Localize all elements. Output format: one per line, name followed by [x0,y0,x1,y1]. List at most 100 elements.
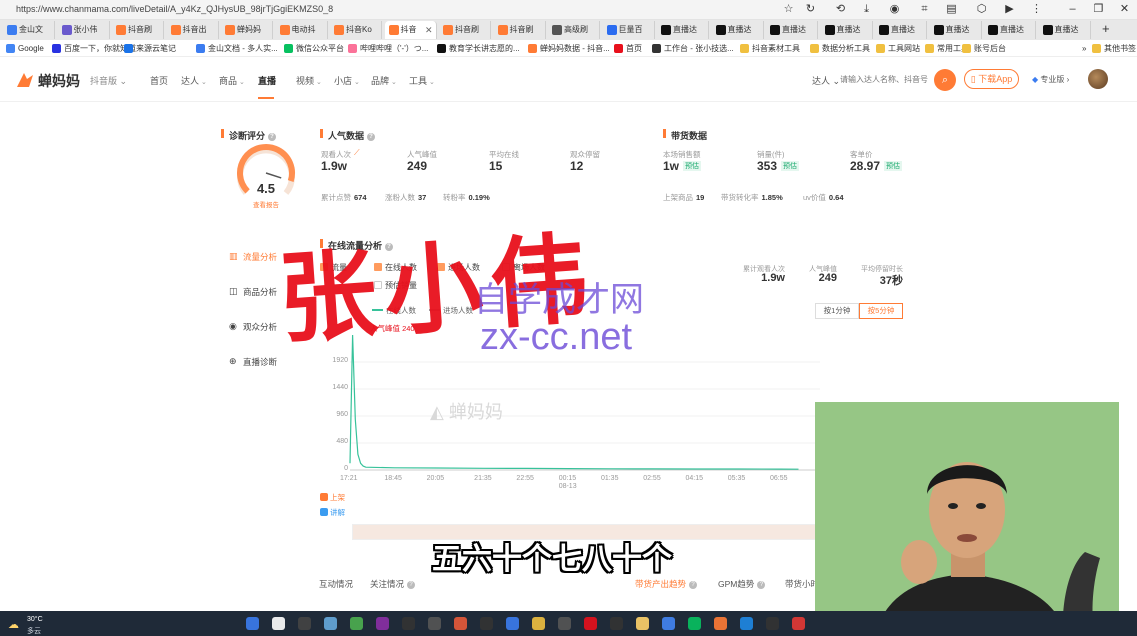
app-icon[interactable] [428,617,441,630]
browser-tab[interactable]: 电动抖 [276,21,328,39]
bookmark-item[interactable]: 蝉妈妈数据 - 抖音... [528,42,610,55]
bookmark-item[interactable]: 数据分析工具 [810,42,870,55]
browser-tab[interactable]: 巨量百 [603,21,655,39]
tab-close-icon[interactable]: ✕ [425,21,433,39]
bookmark-item[interactable]: 教育学长讲志愿的... [437,42,520,55]
bookmark-item[interactable]: 首页 [614,42,642,55]
browser-tab[interactable]: 金山文 [3,21,55,39]
edge-icon[interactable] [740,617,753,630]
browser-tab[interactable]: 抖音刷 [112,21,164,39]
capcut-icon[interactable] [766,617,779,630]
help-icon[interactable]: ? [689,581,698,589]
task-view-icon[interactable] [298,617,311,630]
app-icon[interactable] [350,617,363,630]
browser-tab[interactable]: 抖音刷 [439,21,491,39]
app-icon[interactable] [714,617,727,630]
search-input[interactable] [840,69,932,89]
browser-tab[interactable]: 蝉妈妈 [221,21,273,39]
browser-tab[interactable]: 直播达 [875,21,927,39]
interval-button[interactable]: 按1分钟 [815,303,859,319]
record-icon[interactable] [792,617,805,630]
folder-icon[interactable]: ▤ [945,3,958,16]
download-icon[interactable]: ⤓ [860,3,873,16]
help-icon[interactable]: ? [367,133,376,141]
crop-icon[interactable]: ⌗ [918,3,931,16]
browser-tab[interactable]: 直播达 [712,21,764,39]
search-scope-select[interactable]: 达人 ⌄ [812,74,840,87]
bookmark-item[interactable]: 工作台 - 张小技选... [652,42,734,55]
bottom-tab[interactable]: 关注情况? [370,578,416,590]
chanmama-logo-icon[interactable] [15,71,35,89]
nav-item[interactable]: 首页 [150,74,168,87]
browser-tab[interactable]: 高级刷 [548,21,600,39]
vip-badge[interactable]: ◆ 专业版 › [1032,74,1069,85]
browser-tab[interactable]: 直播达 [1039,21,1091,39]
help-icon[interactable]: ? [407,581,416,589]
app-icon[interactable] [506,617,519,630]
browser-tab[interactable]: 直播达 [930,21,982,39]
product-row-label[interactable]: 上架 [320,492,345,503]
help-icon[interactable]: ? [757,581,766,589]
play-icon[interactable]: ▶ [1003,3,1016,16]
browser-tab[interactable]: 抖音 ✕ [384,21,437,39]
app-icon[interactable] [636,617,649,630]
bottom-tab[interactable]: GPM趋势? [718,578,766,590]
trend-icon[interactable]: ⟋ [354,148,360,158]
refresh-icon[interactable]: ↻ [804,3,817,16]
nav-item[interactable]: 品牌 ⌄ [371,74,397,87]
interval-button[interactable]: 按5分钟 [859,303,903,319]
extension-icon[interactable]: ◉ [888,3,901,16]
minimize-icon[interactable]: – [1066,3,1079,16]
side-menu-item[interactable]: ◉ 观众分析 [229,321,277,333]
app-icon[interactable] [584,617,597,630]
maximize-icon[interactable]: ❐ [1092,3,1105,16]
nav-item[interactable]: 小店 ⌄ [334,74,360,87]
side-menu-item[interactable]: ⊕ 直播诊断 [229,356,277,368]
nav-item[interactable]: 直播 [258,74,276,87]
browser-tab[interactable]: 直播达 [984,21,1036,39]
bookmark-item[interactable]: Google [6,42,44,55]
premiere-icon[interactable] [376,617,389,630]
bookmark-item[interactable]: 账号后台 [962,42,1006,55]
bottom-tab[interactable]: 带货产出趋势? [635,578,698,590]
side-menu-item[interactable]: ▥ 流量分析 [229,251,277,263]
more-bookmarks-button[interactable]: » [1070,42,1086,55]
menu-icon[interactable]: ⋮ [1030,3,1043,16]
product-row-label[interactable]: 讲解 [320,507,345,518]
cube-icon[interactable]: ⬡ [975,3,988,16]
browser-tab[interactable]: 直播达 [821,21,873,39]
bookmark-item[interactable]: 其他书签 [1092,42,1136,55]
bookmark-item[interactable]: 工具网站 [876,42,920,55]
url-field[interactable]: https://www.chanmama.com/liveDetail/A_y4… [16,4,333,14]
avatar[interactable] [1088,69,1108,89]
logo-text[interactable]: 蝉妈妈 [38,71,80,91]
browser-tab[interactable]: 张小伟 [58,21,110,39]
close-window-icon[interactable]: ✕ [1118,3,1131,16]
nav-item[interactable]: 工具 ⌄ [409,74,435,87]
new-tab-icon[interactable]: + [1102,21,1110,36]
search-icon[interactable] [272,617,285,630]
history-icon[interactable]: ⟲ [834,3,847,16]
browser-tab[interactable]: 抖音出 [167,21,219,39]
bookmark-item[interactable]: 哔哩哔哩（'-'）つ... [348,42,428,55]
app-icon[interactable] [662,617,675,630]
photoshop-icon[interactable] [402,617,415,630]
windows-start-icon[interactable] [246,617,259,630]
help-icon[interactable]: ? [268,133,277,141]
browser-tab[interactable]: 抖音刷 [494,21,546,39]
platform-select[interactable]: 抖音版 ⌄ [90,74,127,87]
bookmark-item[interactable]: 微信公众平台 [284,42,344,55]
nav-item[interactable]: 商品 ⌄ [219,74,245,87]
bookmark-item[interactable]: 抖音素材工具 [740,42,800,55]
bottom-tab[interactable]: 互动情况 [319,578,353,590]
app-icon[interactable] [558,617,571,630]
app-icon[interactable] [532,617,545,630]
browser-tab[interactable]: 直播达 [766,21,818,39]
nav-item[interactable]: 达人 ⌄ [181,74,207,87]
wechat-icon[interactable] [688,617,701,630]
app-icon[interactable] [454,617,467,630]
app-icon[interactable] [610,617,623,630]
browser-tab[interactable]: 抖音Ko [330,21,382,39]
bookmark-item[interactable]: 来源云笔记 [124,42,176,55]
app-icon[interactable] [324,617,337,630]
